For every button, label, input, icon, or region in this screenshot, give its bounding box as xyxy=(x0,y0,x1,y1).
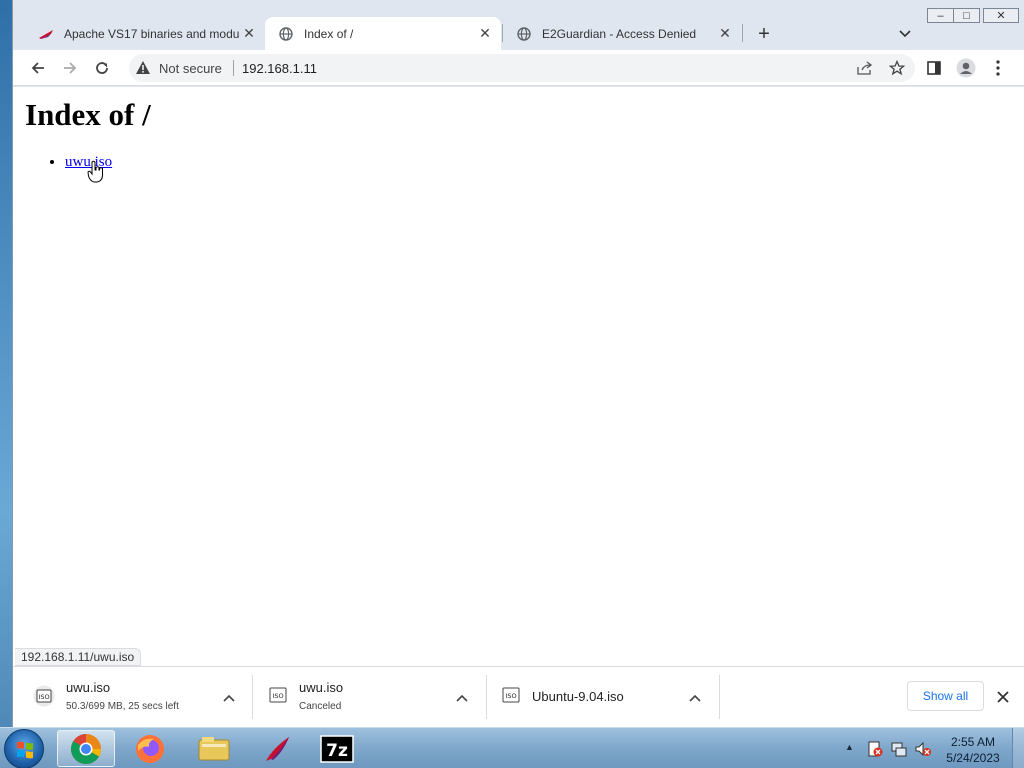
back-button[interactable] xyxy=(24,54,52,82)
iso-file-icon: ISO xyxy=(269,687,287,703)
chrome-icon xyxy=(71,733,102,764)
chevron-up-icon xyxy=(689,694,701,702)
hand-cursor-icon xyxy=(87,160,103,183)
iso-file-icon: ISO xyxy=(502,687,520,703)
page-title: Index of / xyxy=(25,97,151,132)
volume-muted-icon[interactable] xyxy=(914,740,932,758)
download-item[interactable]: ISO uwu.iso 50.3/699 MB, 25 secs left xyxy=(13,667,251,727)
clock-date: 5/24/2023 xyxy=(946,751,1000,765)
7zip-icon: 7z xyxy=(320,734,354,763)
star-icon xyxy=(889,60,905,76)
profile-avatar-icon xyxy=(956,58,976,78)
download-status: 50.3/699 MB, 25 secs left xyxy=(66,701,179,712)
download-name: uwu.iso xyxy=(299,680,344,695)
chevron-down-icon xyxy=(899,30,911,38)
apache-feather-icon xyxy=(266,736,289,761)
maximize-button[interactable]: □ xyxy=(953,8,980,23)
show-desktop-button[interactable] xyxy=(1012,728,1024,768)
svg-text:ISO: ISO xyxy=(272,692,283,700)
close-tab-icon[interactable]: ✕ xyxy=(715,24,735,44)
download-item[interactable]: ISO Ubuntu-9.04.iso xyxy=(487,667,719,727)
taskbar-chrome[interactable] xyxy=(57,730,115,767)
tab-strip: – □ ✕ Apache VS17 binaries and modul ✕ I… xyxy=(13,0,1024,50)
download-divider xyxy=(719,675,720,719)
svg-text:ISO: ISO xyxy=(38,693,49,701)
close-icon xyxy=(997,691,1009,703)
chrome-menu-button[interactable] xyxy=(984,54,1012,82)
bookmark-button[interactable] xyxy=(883,54,911,82)
chevron-up-icon xyxy=(223,694,235,702)
tab-apache[interactable]: Apache VS17 binaries and modul ✕ xyxy=(25,17,265,50)
globe-icon xyxy=(278,26,294,42)
tab-title: E2Guardian - Access Denied xyxy=(542,26,697,41)
status-url-bubble: 192.168.1.11/uwu.iso xyxy=(15,648,142,666)
apache-feather-icon xyxy=(38,26,54,42)
omnibox-divider xyxy=(233,60,234,76)
action-center-icon[interactable] xyxy=(866,740,884,758)
globe-icon xyxy=(516,26,532,42)
chevron-up-icon xyxy=(456,694,468,702)
new-tab-button[interactable]: + xyxy=(751,21,777,47)
taskbar-file-explorer[interactable] xyxy=(185,730,243,767)
tab-title: Apache VS17 binaries and modul xyxy=(64,26,239,41)
toolbar: Not secure 192.168.1.11 xyxy=(13,50,1024,86)
kebab-menu-icon xyxy=(996,60,1000,76)
taskbar-firefox[interactable] xyxy=(121,730,179,767)
profile-button[interactable] xyxy=(952,54,980,82)
download-name: uwu.iso xyxy=(66,680,111,695)
forward-button[interactable] xyxy=(56,54,84,82)
taskbar-apache[interactable] xyxy=(249,730,307,767)
download-shelf: ISO uwu.iso 50.3/699 MB, 25 secs left IS… xyxy=(13,666,1024,727)
tab-e2guardian[interactable]: E2Guardian - Access Denied ✕ xyxy=(503,17,741,50)
tab-search-button[interactable] xyxy=(893,22,917,46)
svg-text:7z: 7z xyxy=(326,741,348,761)
network-icon[interactable] xyxy=(890,740,908,758)
clock-time: 2:55 AM xyxy=(950,735,996,749)
tab-divider xyxy=(742,24,743,42)
svg-text:ISO: ISO xyxy=(505,692,516,700)
taskbar-clock[interactable]: 2:55 AM 5/24/2023 xyxy=(940,734,1006,766)
page-content: Index of / uwu.iso 192.168.1.11/uwu.iso xyxy=(13,87,1024,666)
tab-index-of[interactable]: Index of / ✕ xyxy=(265,17,501,50)
share-button[interactable] xyxy=(851,54,879,82)
close-tab-icon[interactable]: ✕ xyxy=(475,24,495,44)
address-bar[interactable]: Not secure 192.168.1.11 xyxy=(129,54,915,82)
download-status: Canceled xyxy=(299,701,342,712)
download-menu-button[interactable] xyxy=(452,688,472,708)
download-name: Ubuntu-9.04.iso xyxy=(532,689,624,704)
taskbar: 7z ▲ 2:55 AM 5/24/2023 xyxy=(0,727,1024,768)
taskbar-7zip[interactable]: 7z xyxy=(308,730,366,767)
browser-window: – □ ✕ Apache VS17 binaries and modul ✕ I… xyxy=(12,0,1024,727)
firefox-icon xyxy=(136,734,164,763)
download-menu-button[interactable] xyxy=(685,688,705,708)
minimize-button[interactable]: – xyxy=(927,8,954,23)
close-window-button[interactable]: ✕ xyxy=(983,8,1019,23)
reload-button[interactable] xyxy=(88,54,116,82)
download-menu-button[interactable] xyxy=(219,688,239,708)
forward-arrow-icon xyxy=(64,62,77,74)
warning-icon xyxy=(136,61,150,74)
windows-logo-icon xyxy=(17,741,33,759)
back-arrow-icon xyxy=(31,62,44,74)
close-tab-icon[interactable]: ✕ xyxy=(239,24,259,44)
side-panel-icon xyxy=(927,61,941,75)
show-all-button[interactable]: Show all xyxy=(907,681,984,711)
reload-icon xyxy=(96,62,108,74)
close-shelf-button[interactable] xyxy=(993,687,1013,707)
side-panel-button[interactable] xyxy=(920,54,948,82)
security-label[interactable]: Not secure xyxy=(159,61,222,76)
start-button[interactable] xyxy=(4,729,44,768)
url-text[interactable]: 192.168.1.11 xyxy=(242,61,317,76)
share-icon xyxy=(857,61,873,75)
iso-file-icon: ISO xyxy=(33,685,55,707)
file-explorer-icon xyxy=(198,736,230,760)
show-hidden-icons-button[interactable]: ▲ xyxy=(845,742,854,752)
download-item[interactable]: ISO uwu.iso Canceled xyxy=(253,667,485,727)
tab-title: Index of / xyxy=(304,26,354,41)
